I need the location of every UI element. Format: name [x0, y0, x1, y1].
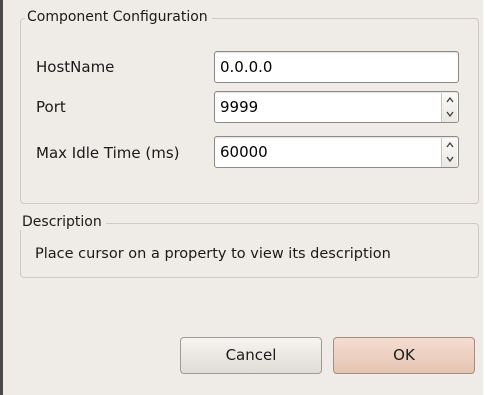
max-idle-time-value: 60000 — [220, 143, 268, 161]
hostname-input[interactable]: 0.0.0.0 — [214, 51, 459, 83]
port-value: 9999 — [220, 98, 259, 116]
max-idle-time-spin-buttons[interactable] — [441, 138, 457, 167]
chevron-up-icon[interactable] — [445, 95, 455, 105]
chevron-up-icon[interactable] — [445, 140, 455, 150]
port-label: Port — [36, 98, 66, 116]
window-left-border — [0, 0, 3, 395]
group-title-description: Description — [20, 214, 106, 230]
cancel-button[interactable]: Cancel — [180, 337, 322, 374]
port-spin-buttons[interactable] — [441, 93, 457, 122]
max-idle-time-label: Max Idle Time (ms) — [36, 144, 180, 162]
hostname-value: 0.0.0.0 — [220, 58, 273, 76]
group-title-configuration: Component Configuration — [25, 9, 212, 25]
hostname-label: HostName — [36, 58, 115, 76]
chevron-down-icon[interactable] — [445, 109, 455, 119]
port-spinbox[interactable]: 9999 — [214, 91, 459, 123]
description-text: Place cursor on a property to view its d… — [35, 246, 391, 262]
max-idle-time-spinbox[interactable]: 60000 — [214, 136, 459, 168]
chevron-down-icon[interactable] — [445, 154, 455, 164]
ok-button[interactable]: OK — [333, 337, 475, 374]
